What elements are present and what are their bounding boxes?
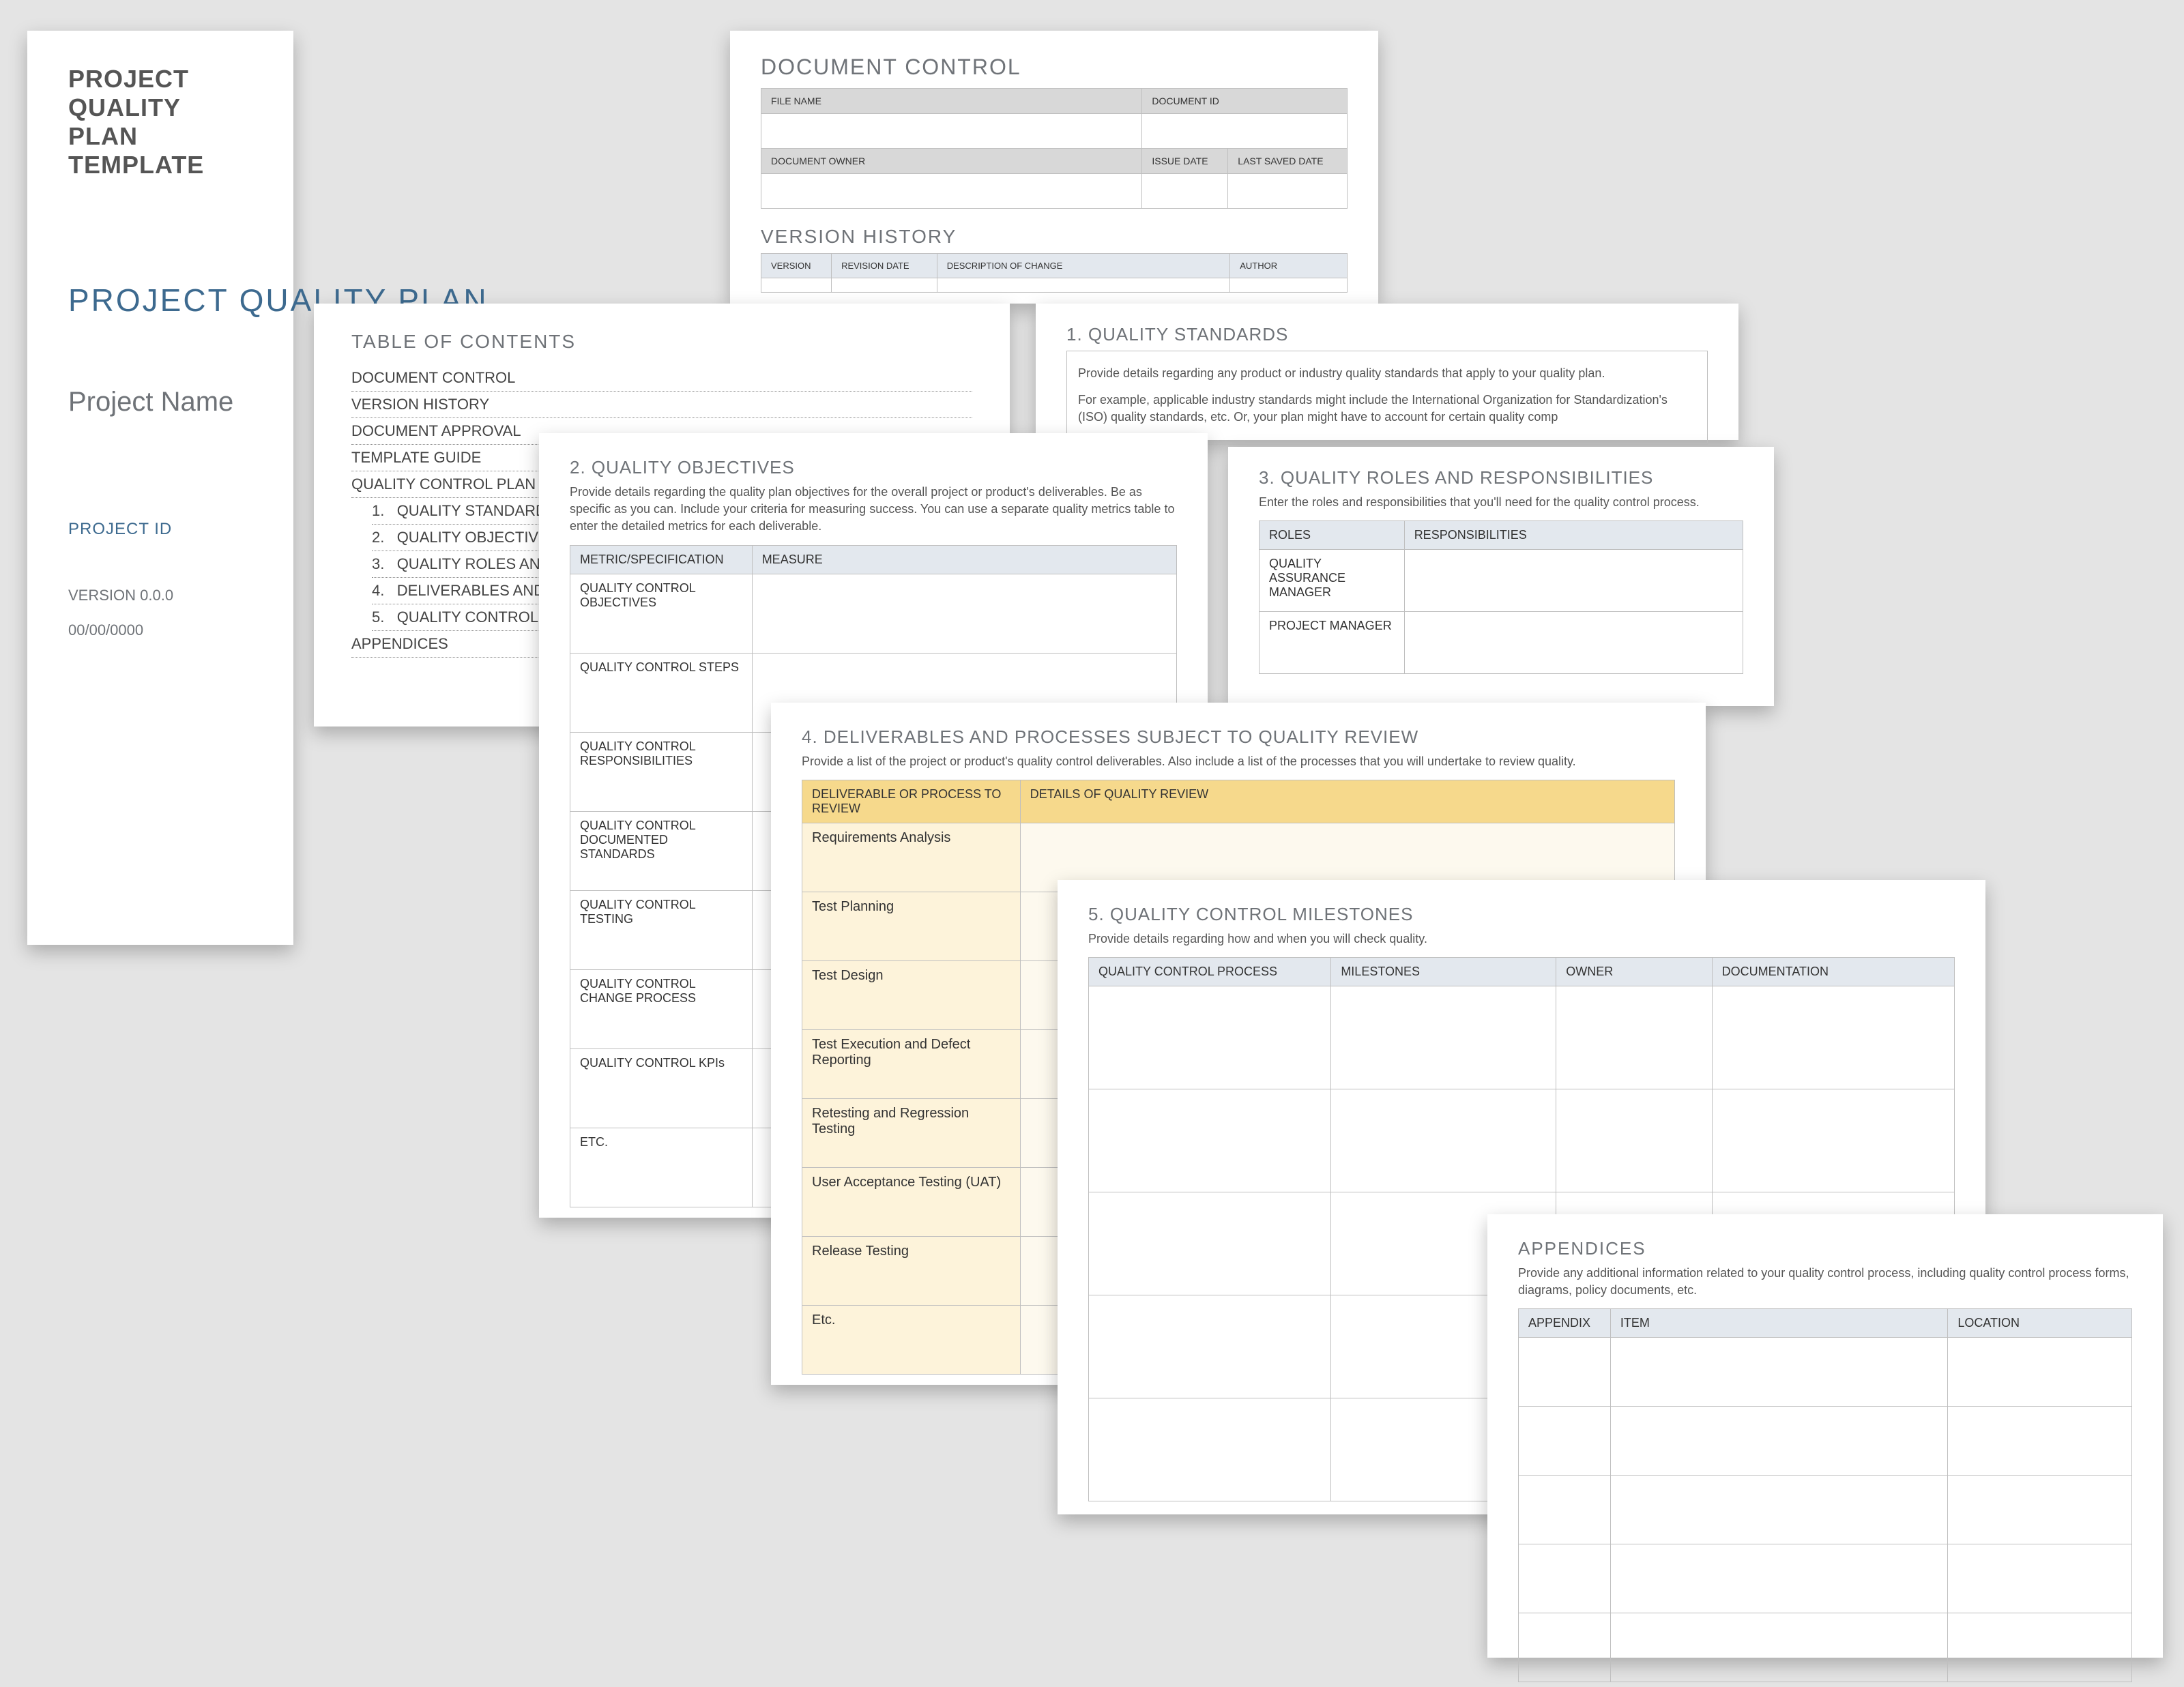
th-metric: METRIC/SPECIFICATION <box>570 545 753 574</box>
th-item: ITEM <box>1610 1309 1947 1338</box>
table-row: PROJECT MANAGER <box>1260 612 1743 674</box>
table-row <box>761 174 1348 209</box>
appendices-heading: APPENDICES <box>1518 1238 2132 1259</box>
th-process: QUALITY CONTROL PROCESS <box>1089 958 1331 986</box>
th-version: VERSION <box>761 254 832 278</box>
cover-project-name: Project Name <box>68 387 252 417</box>
th-author: AUTHOR <box>1230 254 1348 278</box>
table-row <box>1519 1613 2132 1682</box>
cover-date: 00/00/0000 <box>68 621 252 639</box>
roles-page: 3. QUALITY ROLES AND RESPONSIBILITIES En… <box>1228 447 1774 706</box>
doc-control-page: DOCUMENT CONTROL FILE NAMEDOCUMENT ID DO… <box>730 31 1378 304</box>
th-docum: DOCUMENTATION <box>1712 958 1954 986</box>
th-deliv: DELIVERABLE OR PROCESS TO REVIEW <box>802 780 1021 823</box>
th-owner: DOCUMENT OWNER <box>761 149 1142 174</box>
deliverables-body: Provide a list of the project or product… <box>802 753 1675 770</box>
table-row <box>761 278 1348 293</box>
th-location: LOCATION <box>1948 1309 2132 1338</box>
doc-control-heading: DOCUMENT CONTROL <box>761 55 1348 80</box>
standards-heading: 1. QUALITY STANDARDS <box>1066 324 1708 345</box>
th-appendix: APPENDIX <box>1519 1309 1611 1338</box>
milestones-heading: 5. QUALITY CONTROL MILESTONES <box>1088 904 1955 925</box>
version-history-heading: VERSION HISTORY <box>761 226 1348 248</box>
table-row <box>1519 1476 2132 1544</box>
standards-body1: Provide details regarding any product or… <box>1078 365 1696 382</box>
roles-table: ROLESRESPONSIBILITIES QUALITY ASSURANCE … <box>1259 520 1743 674</box>
table-row <box>1519 1544 2132 1613</box>
th-desc: DESCRIPTION OF CHANGE <box>937 254 1230 278</box>
milestones-body: Provide details regarding how and when y… <box>1088 930 1955 948</box>
deliverables-heading: 4. DELIVERABLES AND PROCESSES SUBJECT TO… <box>802 727 1675 748</box>
table-row <box>1519 1338 2132 1407</box>
th-revdate: REVISION DATE <box>832 254 937 278</box>
cover-page: PROJECT QUALITY PLAN TEMPLATE PROJECT QU… <box>27 31 293 945</box>
roles-body: Enter the roles and responsibilities tha… <box>1259 494 1743 511</box>
th-issue: ISSUE DATE <box>1142 149 1228 174</box>
th-docid: DOCUMENT ID <box>1142 89 1348 114</box>
th-resp: RESPONSIBILITIES <box>1404 521 1743 550</box>
cover-project-id: PROJECT ID <box>68 520 252 539</box>
standards-body2: For example, applicable industry standar… <box>1078 392 1696 426</box>
th-saved: LAST SAVED DATE <box>1228 149 1348 174</box>
roles-heading: 3. QUALITY ROLES AND RESPONSIBILITIES <box>1259 467 1743 488</box>
table-row <box>1519 1407 2132 1476</box>
toc-item: VERSION HISTORY <box>351 392 972 418</box>
cover-version: VERSION 0.0.0 <box>68 587 252 604</box>
th-measure: MEASURE <box>752 545 1176 574</box>
doc-control-table: FILE NAMEDOCUMENT ID DOCUMENT OWNERISSUE… <box>761 88 1348 209</box>
appendices-body: Provide any additional information relat… <box>1518 1265 2132 1299</box>
version-history-table: VERSION REVISION DATE DESCRIPTION OF CHA… <box>761 253 1348 293</box>
appendices-page: APPENDICES Provide any additional inform… <box>1487 1214 2163 1658</box>
toc-heading: TABLE OF CONTENTS <box>351 331 972 353</box>
cover-title2: PLAN TEMPLATE <box>68 122 252 179</box>
toc-item: DOCUMENT CONTROL <box>351 365 972 392</box>
standards-page: 1. QUALITY STANDARDS Provide details reg… <box>1036 304 1738 440</box>
th-roles: ROLES <box>1260 521 1405 550</box>
table-row: QUALITY CONTROL OBJECTIVES <box>570 574 1177 653</box>
table-row <box>1089 986 1955 1089</box>
objectives-body: Provide details regarding the quality pl… <box>570 484 1177 536</box>
table-row: QUALITY ASSURANCE MANAGER <box>1260 550 1743 612</box>
appendices-table: APPENDIX ITEM LOCATION <box>1518 1308 2132 1682</box>
table-row <box>1089 1089 1955 1192</box>
table-row <box>761 114 1348 149</box>
cover-main-title: PROJECT QUALITY PLAN <box>68 282 252 319</box>
cover-title1: PROJECT QUALITY <box>68 65 252 122</box>
th-details: DETAILS OF QUALITY REVIEW <box>1020 780 1674 823</box>
objectives-heading: 2. QUALITY OBJECTIVES <box>570 457 1177 478</box>
th-owner: OWNER <box>1556 958 1712 986</box>
th-miles: MILESTONES <box>1331 958 1556 986</box>
th-filename: FILE NAME <box>761 89 1142 114</box>
